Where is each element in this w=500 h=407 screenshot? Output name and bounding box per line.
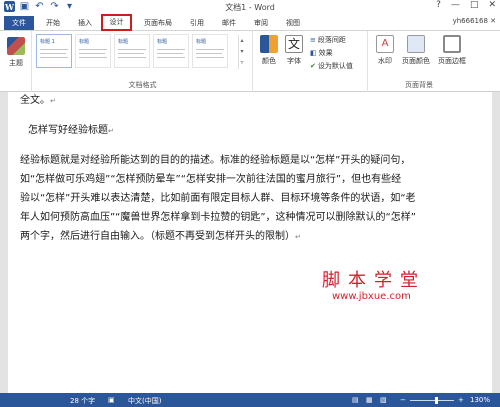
tab-insert[interactable]: 插入 bbox=[72, 16, 98, 30]
fonts-label: 字体 bbox=[287, 57, 301, 65]
fonts-button[interactable]: 文 字体 bbox=[283, 35, 305, 66]
zoom-slider[interactable] bbox=[410, 400, 454, 401]
checkmark-icon: ✔ bbox=[310, 62, 316, 70]
minimize-button[interactable]: — bbox=[451, 0, 460, 10]
user-account[interactable]: yh666168 ✕ bbox=[453, 17, 496, 25]
site-watermark-title: 脚本学堂 bbox=[322, 270, 426, 291]
style-set-2[interactable]: 标题 bbox=[75, 34, 111, 68]
page-color-button[interactable]: 页面颜色 bbox=[399, 35, 433, 66]
group-document-format: 标题 1 标题 标题 标题 标题 ▴ ▾ ▿ 文档格式 bbox=[33, 31, 253, 92]
close-button[interactable]: ✕ bbox=[488, 0, 496, 10]
print-layout-icon[interactable]: ▦ bbox=[366, 396, 373, 404]
page-color-icon bbox=[407, 35, 425, 53]
proofing-icon[interactable]: ▣ bbox=[108, 396, 115, 404]
document-page[interactable]: 全文。↵ 怎样写好经验标题↵ 经验标题就是对经验所能达到的目的的描述。标准的经验… bbox=[8, 92, 492, 393]
zoom-slider-thumb[interactable] bbox=[435, 397, 439, 404]
group-page-background: A 水印 页面颜色 页面边框 页面背景 bbox=[369, 31, 469, 92]
group-label-page-background: 页面背景 bbox=[405, 81, 433, 89]
tab-references[interactable]: 引用 bbox=[184, 16, 210, 30]
word-count[interactable]: 28 个字 bbox=[70, 396, 95, 406]
style-set-5[interactable]: 标题 bbox=[192, 34, 228, 68]
ribbon: 主题 标题 1 标题 标题 标题 标题 ▴ ▾ ▿ 文档格式 颜色 文 字体 ≡… bbox=[0, 31, 500, 92]
style-set-3[interactable]: 标题 bbox=[114, 34, 150, 68]
theme-label: 主题 bbox=[9, 59, 23, 67]
group-format-options: 颜色 文 字体 ≡ 段落间距 ◧ 效果 ✔ 设为默认值 bbox=[254, 31, 368, 92]
zoom-out-icon[interactable]: − bbox=[400, 396, 406, 404]
effects-button[interactable]: ◧ 效果 bbox=[310, 48, 333, 58]
tab-home[interactable]: 开始 bbox=[40, 16, 66, 30]
tab-mailings[interactable]: 邮件 bbox=[216, 16, 242, 30]
body-line-4: 年人如何预防高血压”“魔兽世界怎样拿到卡拉赞的钥匙”，这种情况可以删除默认的“怎… bbox=[20, 212, 416, 223]
paragraph-line-0: 全文。↵ bbox=[20, 95, 56, 106]
page-border-button[interactable]: 页面边框 bbox=[435, 35, 469, 66]
paragraph-spacing-button[interactable]: ≡ 段落间距 bbox=[310, 35, 346, 45]
set-default-button[interactable]: ✔ 设为默认值 bbox=[310, 61, 353, 71]
paragraph-spacing-icon: ≡ bbox=[310, 36, 316, 44]
tab-review[interactable]: 审阅 bbox=[248, 16, 274, 30]
gallery-scroll[interactable]: ▴ ▾ ▿ bbox=[238, 35, 245, 69]
group-theme: 主题 bbox=[0, 31, 32, 92]
effects-icon: ◧ bbox=[310, 49, 317, 57]
body-line-2: 如“怎样做可乐鸡翅”“怎样预防晕车”“怎样安排一次前往法国的蜜月旅行”，但也有些… bbox=[20, 174, 402, 185]
tab-view[interactable]: 视图 bbox=[280, 16, 306, 30]
theme-icon bbox=[7, 37, 25, 55]
help-button[interactable]: ? bbox=[436, 0, 441, 10]
heading-text: 怎样写好经验标题 bbox=[28, 125, 108, 136]
tab-page-layout[interactable]: 页面布局 bbox=[138, 16, 178, 30]
title-bar: W ▣ ↶ ↷ ▾ 文档1 - Word ? — □ ✕ bbox=[0, 0, 500, 14]
style-set-4[interactable]: 标题 bbox=[153, 34, 189, 68]
maximize-button[interactable]: □ bbox=[470, 0, 479, 10]
language-indicator[interactable]: 中文(中国) bbox=[128, 396, 161, 406]
window-title: 文档1 - Word bbox=[225, 3, 275, 12]
colors-button[interactable]: 颜色 bbox=[258, 35, 280, 66]
watermark-button[interactable]: A 水印 bbox=[372, 35, 398, 66]
read-mode-icon[interactable]: ▤ bbox=[352, 396, 359, 404]
body-line-1: 经验标题就是对经验所能达到的目的的描述。标准的经验标题是以“怎样”开头的疑问句， bbox=[20, 155, 411, 166]
site-watermark-url: www.jbxue.com bbox=[332, 291, 411, 302]
tab-file[interactable]: 文件 bbox=[4, 16, 34, 30]
body-line-3: 验以“怎样”开头难以表达清楚，比如前面有限定目标人群、目标环境等条件的状语，如“… bbox=[20, 193, 416, 204]
window-controls: ? — □ ✕ bbox=[436, 0, 496, 10]
colors-label: 颜色 bbox=[262, 57, 276, 65]
zoom-in-icon[interactable]: + bbox=[458, 396, 464, 404]
status-bar: 28 个字 ▣ 中文(中国) ▤ ▦ ▧ − + 130% bbox=[0, 393, 500, 407]
zoom-level[interactable]: 130% bbox=[470, 396, 490, 404]
tab-design[interactable]: 设计 bbox=[101, 14, 132, 31]
ribbon-tabs: 文件 开始 插入 设计 页面布局 引用 邮件 审阅 视图 yh666168 ✕ bbox=[0, 14, 500, 31]
style-set-1[interactable]: 标题 1 bbox=[36, 34, 72, 68]
heading-paragraph: 怎样写好经验标题↵ bbox=[28, 125, 114, 136]
web-layout-icon[interactable]: ▧ bbox=[380, 396, 387, 404]
document-area: 全文。↵ 怎样写好经验标题↵ 经验标题就是对经验所能达到的目的的描述。标准的经验… bbox=[0, 92, 500, 393]
theme-button[interactable]: 主题 bbox=[5, 37, 27, 68]
watermark-icon: A bbox=[376, 35, 394, 53]
colors-icon bbox=[260, 35, 278, 53]
group-label-document-format: 文档格式 bbox=[128, 81, 157, 89]
page-border-icon bbox=[443, 35, 461, 53]
fonts-icon: 文 bbox=[285, 35, 303, 53]
body-line-5: 两个字，然后进行自由输入。（标题不再受到怎样开头的限制）↵ bbox=[20, 231, 301, 242]
